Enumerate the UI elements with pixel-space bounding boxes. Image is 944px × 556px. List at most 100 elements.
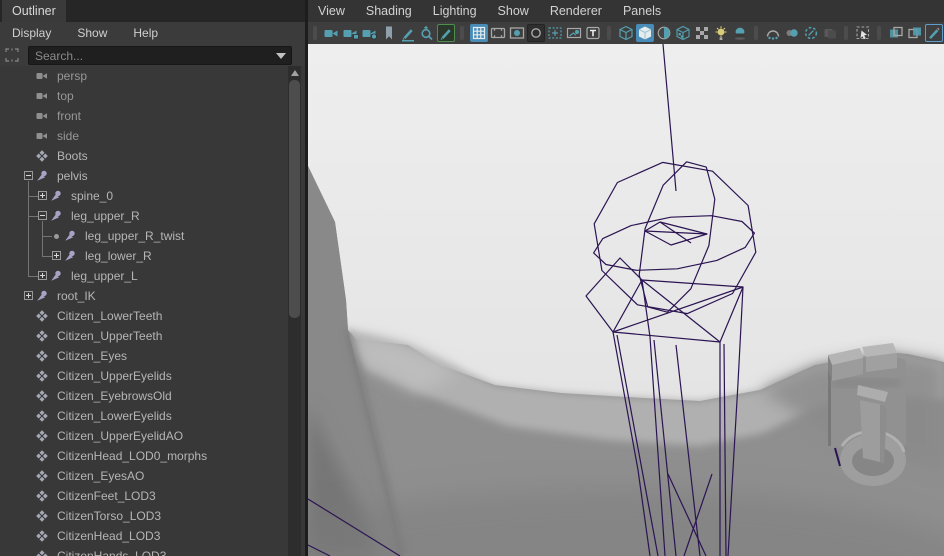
field-chart-icon[interactable] [546,24,564,42]
outliner-row-Boots[interactable]: Boots [0,146,286,166]
outliner-row-top[interactable]: top [0,86,286,106]
outliner-menu-item[interactable]: Show [77,26,107,40]
gate-mask-icon[interactable] [526,24,545,42]
outliner-row-leg_upper_L[interactable]: leg_upper_L [0,266,286,286]
outliner-row-Citizen_UpperEyelids[interactable]: Citizen_UpperEyelids [0,366,286,386]
expander-plus-icon[interactable] [24,291,33,300]
toolbar-separator [754,26,758,40]
camera-icon[interactable] [323,24,341,42]
outliner-row-front[interactable]: front [0,106,286,126]
depth-of-field-icon[interactable] [821,24,839,42]
motion-blur-icon[interactable] [783,24,801,42]
expander-plus-icon[interactable] [38,271,47,280]
xray-icon[interactable] [887,24,905,42]
textured-icon[interactable] [674,24,692,42]
image-plane-icon[interactable] [399,24,417,42]
viewport-menu-item[interactable]: Show [498,4,529,18]
scrollbar-up-icon[interactable] [291,70,299,76]
scrollbar-thumb[interactable] [289,80,300,318]
search-filter-dropdown-icon[interactable] [276,53,286,59]
wireframe-icon[interactable] [617,24,635,42]
node-label: side [57,129,80,143]
expander-plus-icon[interactable] [38,191,47,200]
anti-aliasing-icon[interactable] [802,24,820,42]
viewport-menu-item[interactable]: Panels [623,4,661,18]
wireframe-on-shaded-icon[interactable] [655,24,673,42]
node-label: leg_upper_R [71,209,140,223]
expander-plus-icon[interactable] [52,251,61,260]
outliner-row-spine_0[interactable]: spine_0 [0,186,286,206]
viewport-menu-item[interactable]: Lighting [433,4,477,18]
mesh-node-icon [36,310,48,322]
bookmark-icon[interactable] [380,24,398,42]
object-details-icon[interactable] [584,24,602,42]
viewport-menu-item[interactable]: Shading [366,4,412,18]
outliner-row-leg_lower_R[interactable]: leg_lower_R [0,246,286,266]
outliner-tree: persp top front side Boots pelvis spine_0 leg_u… [0,66,286,556]
outliner-row-CitizenHead_LOD3[interactable]: CitizenHead_LOD3 [0,526,286,546]
viewport-menu-item[interactable]: View [318,4,345,18]
maya-app-window: Outliner DisplayShowHelp persptopfrontsi [0,0,944,556]
outliner-row-pelvis[interactable]: pelvis [0,166,286,186]
outliner-row-root_IK[interactable]: root_IK [0,286,286,306]
joint-node-icon [36,170,48,182]
outliner-row-CitizenTorso_LOD3[interactable]: CitizenTorso_LOD3 [0,506,286,526]
outliner-menubar: Display Show Help [0,22,305,44]
selection-marquee-icon[interactable] [4,47,20,63]
hud-icon[interactable] [565,24,583,42]
toolbar-separator [844,26,848,40]
outliner-row-leg_upper_R_twist[interactable]: leg_upper_R_twist [0,226,286,246]
lighting-icon[interactable] [712,24,730,42]
expander-minus-icon[interactable] [24,171,33,180]
viewport-menu-item[interactable]: Renderer [550,4,602,18]
pan-zoom-icon[interactable] [418,24,436,42]
mesh-node-icon [36,370,48,382]
viewport-canvas[interactable] [236,43,944,556]
node-label: Citizen_Eyes [57,349,128,363]
outliner-row-CitizenHands_LOD3[interactable]: CitizenHands_LOD3 [0,546,286,556]
shaded-icon[interactable] [635,24,654,42]
camera-settings-icon[interactable] [361,24,379,42]
resolution-gate-icon[interactable] [508,24,526,42]
film-gate-icon[interactable] [489,24,507,42]
outliner-menu-item[interactable]: Help [133,26,158,40]
ssao-icon[interactable] [764,24,782,42]
outliner-tab[interactable]: Outliner [2,0,66,22]
mesh-node-icon [36,430,48,442]
outliner-row-Citizen_EyesAO[interactable]: Citizen_EyesAO [0,466,286,486]
shadows-icon[interactable] [731,24,749,42]
search-field [28,46,292,65]
node-label: front [57,109,82,123]
xray-joints-icon[interactable] [906,24,924,42]
node-label: persp [57,69,88,83]
outliner-row-Citizen_EyebrowsOld[interactable]: Citizen_EyebrowsOld [0,386,286,406]
expander-minus-icon[interactable] [38,211,47,220]
outliner-row-persp[interactable]: persp [0,66,286,86]
grease-pencil-icon[interactable] [436,24,455,42]
outliner-row-Citizen_LowerEyelids[interactable]: Citizen_LowerEyelids [0,406,286,426]
outliner-row-leg_upper_R[interactable]: leg_upper_R [0,206,286,226]
outliner-row-Citizen_Eyes[interactable]: Citizen_Eyes [0,346,286,366]
node-label: Boots [57,149,88,163]
outliner-row-side[interactable]: side [0,126,286,146]
node-label: pelvis [57,169,88,183]
joint-node-icon [64,250,76,262]
isolate-select-icon[interactable] [854,24,872,42]
outliner-row-CitizenHead_LOD0_morphs[interactable]: CitizenHead_LOD0_morphs [0,446,286,466]
node-label: spine_0 [71,189,114,203]
outliner-row-Citizen_UpperTeeth[interactable]: Citizen_UpperTeeth [0,326,286,346]
tree-guide-line [28,196,38,197]
camera-lock-icon[interactable] [342,24,360,42]
default-material-icon[interactable] [693,24,711,42]
node-label: CitizenHands_LOD3 [57,549,167,556]
outliner-row-Citizen_LowerTeeth[interactable]: Citizen_LowerTeeth [0,306,286,326]
xray-active-icon[interactable] [924,24,943,42]
camera-node-icon [36,70,48,82]
grid-icon[interactable] [469,24,488,42]
mesh-node-icon [36,470,48,482]
search-input[interactable] [33,47,267,64]
outliner-row-CitizenFeet_LOD3[interactable]: CitizenFeet_LOD3 [0,486,286,506]
outliner-row-Citizen_UpperEyelidAO[interactable]: Citizen_UpperEyelidAO [0,426,286,446]
toolbar-separator [607,26,611,40]
outliner-menu-item[interactable]: Display [12,26,51,40]
